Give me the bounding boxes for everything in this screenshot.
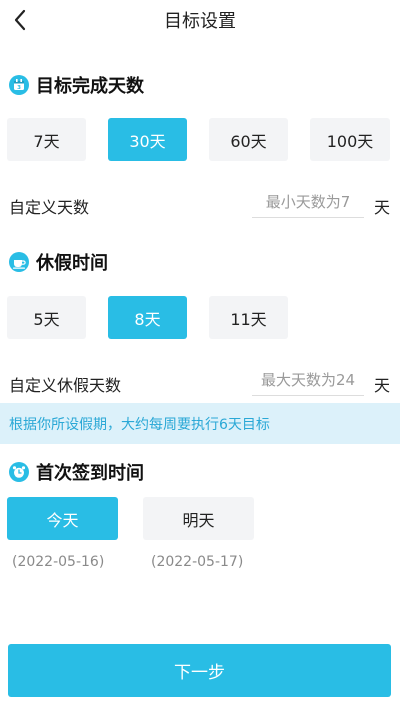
vacation-option-8[interactable]: 8天 (108, 296, 187, 339)
checkin-tomorrow-date: (2022-05-17) (151, 554, 244, 570)
custom-days-unit: 天 (374, 198, 391, 217)
vacation-heading: 休假时间 (8, 249, 108, 275)
calendar-icon: 3 (8, 74, 30, 96)
page-title: 目标设置 (164, 11, 236, 32)
target-option-100[interactable]: 100天 (310, 118, 390, 161)
custom-vacation-input[interactable] (252, 371, 364, 396)
target-days-heading: 3 目标完成天数 (8, 72, 144, 98)
custom-days-label: 自定义天数 (9, 198, 90, 217)
target-option-60[interactable]: 60天 (209, 118, 288, 161)
coffee-cup-icon (8, 251, 30, 273)
custom-days-input[interactable] (252, 193, 364, 218)
svg-text:3: 3 (17, 85, 21, 91)
info-banner: 根据你所设假期，大约每周要执行6天目标 (0, 403, 400, 444)
checkin-title: 首次签到时间 (36, 463, 144, 484)
custom-vacation-label: 自定义休假天数 (9, 376, 122, 395)
checkin-today-date: (2022-05-16) (12, 554, 105, 570)
vacation-title: 休假时间 (36, 253, 108, 274)
target-option-7[interactable]: 7天 (7, 118, 86, 161)
checkin-tomorrow-button[interactable]: 明天 (143, 497, 254, 540)
next-step-button[interactable]: 下一步 (8, 644, 391, 697)
vacation-option-5[interactable]: 5天 (7, 296, 86, 339)
checkin-today-button[interactable]: 今天 (7, 497, 118, 540)
custom-vacation-unit: 天 (374, 376, 391, 395)
checkin-heading: 首次签到时间 (8, 459, 144, 485)
alarm-clock-icon (8, 461, 30, 483)
target-days-title: 目标完成天数 (36, 76, 144, 97)
target-option-30[interactable]: 30天 (108, 118, 187, 161)
vacation-option-11[interactable]: 11天 (209, 296, 288, 339)
